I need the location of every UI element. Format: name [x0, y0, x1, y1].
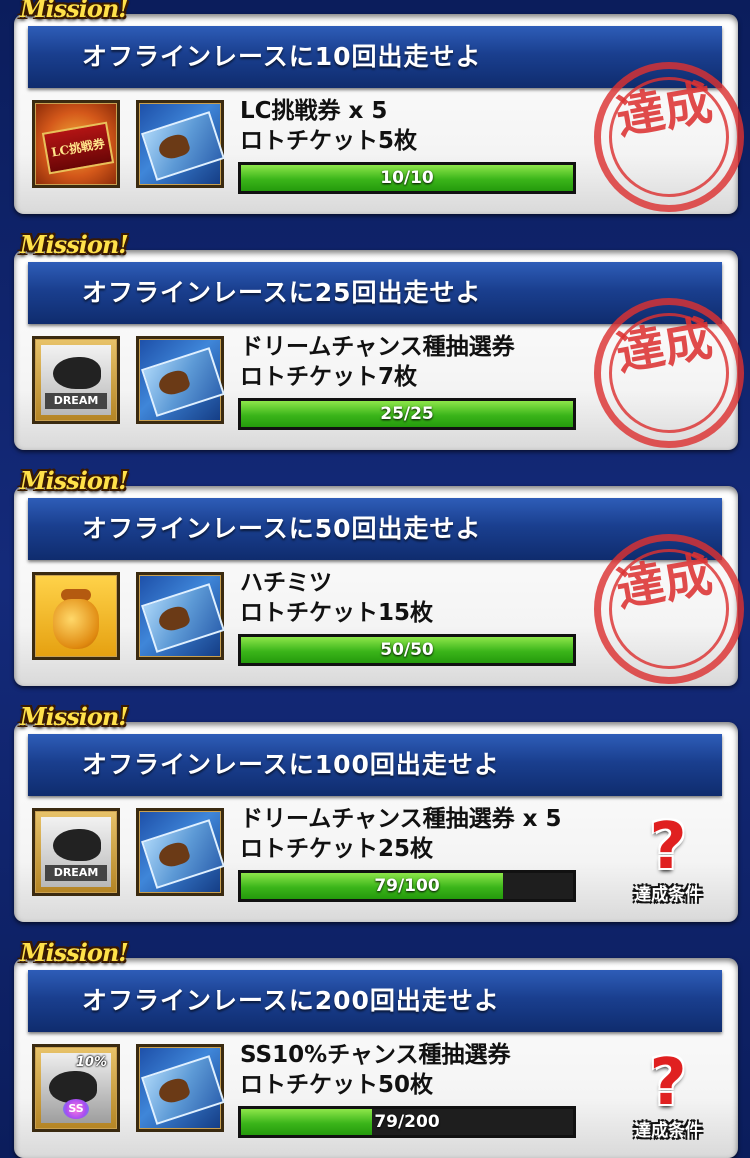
- progress-bar: 79/200: [238, 1106, 576, 1138]
- progress-bar: 50/50: [238, 634, 576, 666]
- progress-text: 79/100: [374, 876, 440, 896]
- question-mark-icon: ?: [649, 1046, 687, 1120]
- reward-text: ドリームチャンス種抽選券 x 5 ロトチケット25枚: [240, 804, 600, 864]
- loto-ticket-icon: [136, 1044, 225, 1132]
- loto-ticket-icon: [136, 336, 225, 424]
- honey-jar-icon: [32, 572, 120, 660]
- reward-primary: ドリームチャンス種抽選券: [240, 334, 515, 360]
- condition-label: 達成条件: [634, 885, 702, 905]
- reward-primary: ハチミツ: [240, 570, 332, 596]
- reward-text: ドリームチャンス種抽選券 ロトチケット7枚: [240, 332, 600, 392]
- reward-secondary: ロトチケット50枚: [240, 1072, 434, 1098]
- mission-card[interactable]: Mission! オフラインレースに100回出走せよ DREAM ドリームチャン…: [14, 702, 738, 922]
- mission-title-bar: オフラインレースに100回出走せよ: [28, 734, 722, 796]
- mission-tag: Mission!: [20, 702, 129, 731]
- progress-bar: 79/100: [238, 870, 576, 902]
- reward-primary: ドリームチャンス種抽選券 x 5: [240, 806, 562, 832]
- reward-secondary: ロトチケット25枚: [240, 836, 434, 862]
- question-mark-icon: ?: [649, 810, 687, 884]
- ss10-chance-icon: 10% SS: [32, 1044, 120, 1132]
- reward-primary: SS10%チャンス種抽選券: [240, 1042, 511, 1068]
- mission-title-bar: オフラインレースに10回出走せよ: [28, 26, 722, 88]
- loto-ticket-icon: [136, 100, 225, 188]
- progress-bar: 10/10: [238, 162, 576, 194]
- achievement-condition-button[interactable]: ? 達成条件: [618, 812, 718, 918]
- mission-title-bar: オフラインレースに200回出走せよ: [28, 970, 722, 1032]
- mission-tag: Mission!: [20, 0, 129, 23]
- mission-tag: Mission!: [20, 230, 129, 259]
- mission-card[interactable]: Mission! オフラインレースに200回出走せよ 10% SS SS10%チ…: [14, 938, 738, 1158]
- lc-ticket-icon: LC挑戦券: [32, 100, 120, 188]
- ss-percent-label: 10%: [75, 1055, 107, 1070]
- dream-label: DREAM: [45, 865, 107, 881]
- mission-title: オフラインレースに25回出走せよ: [82, 278, 482, 307]
- progress-text: 25/25: [380, 404, 434, 424]
- progress-text: 79/200: [374, 1112, 440, 1132]
- reward-text: SS10%チャンス種抽選券 ロトチケット50枚: [240, 1040, 600, 1100]
- progress-text: 50/50: [380, 640, 434, 660]
- mission-title: オフラインレースに100回出走せよ: [82, 750, 500, 779]
- dream-chance-icon: DREAM: [32, 808, 120, 896]
- mission-card[interactable]: Mission! オフラインレースに50回出走せよ ハチミツ ロトチケット15枚…: [14, 466, 750, 696]
- reward-text: LC挑戦券 x 5 ロトチケット5枚: [240, 96, 600, 156]
- mission-tag: Mission!: [20, 938, 129, 967]
- mission-title-bar: オフラインレースに25回出走せよ: [28, 262, 722, 324]
- loto-ticket-icon: [136, 808, 225, 896]
- lc-ticket-label: LC挑戦券: [41, 121, 115, 175]
- dream-label: DREAM: [45, 393, 107, 409]
- reward-text: ハチミツ ロトチケット15枚: [240, 568, 600, 628]
- dream-chance-icon: DREAM: [32, 336, 120, 424]
- mission-title: オフラインレースに200回出走せよ: [82, 986, 500, 1015]
- mission-card[interactable]: Mission! オフラインレースに10回出走せよ LC挑戦券 LC挑戦券 x …: [14, 0, 750, 224]
- reward-secondary: ロトチケット5枚: [240, 128, 418, 154]
- mission-title-bar: オフラインレースに50回出走せよ: [28, 498, 722, 560]
- mission-title: オフラインレースに50回出走せよ: [82, 514, 482, 543]
- reward-secondary: ロトチケット7枚: [240, 364, 418, 390]
- condition-label: 達成条件: [634, 1121, 702, 1141]
- reward-secondary: ロトチケット15枚: [240, 600, 434, 626]
- loto-ticket-icon: [136, 572, 225, 660]
- mission-title: オフラインレースに10回出走せよ: [82, 42, 482, 71]
- reward-primary: LC挑戦券 x 5: [240, 98, 388, 124]
- progress-text: 10/10: [380, 168, 434, 188]
- progress-bar: 25/25: [238, 398, 576, 430]
- mission-card[interactable]: Mission! オフラインレースに25回出走せよ DREAM ドリームチャンス…: [14, 230, 750, 460]
- ss-badge: SS: [63, 1099, 89, 1119]
- mission-tag: Mission!: [20, 466, 129, 495]
- achievement-condition-button[interactable]: ? 達成条件: [618, 1048, 718, 1154]
- mission-list: Mission! オフラインレースに10回出走せよ LC挑戦券 LC挑戦券 x …: [0, 0, 750, 1158]
